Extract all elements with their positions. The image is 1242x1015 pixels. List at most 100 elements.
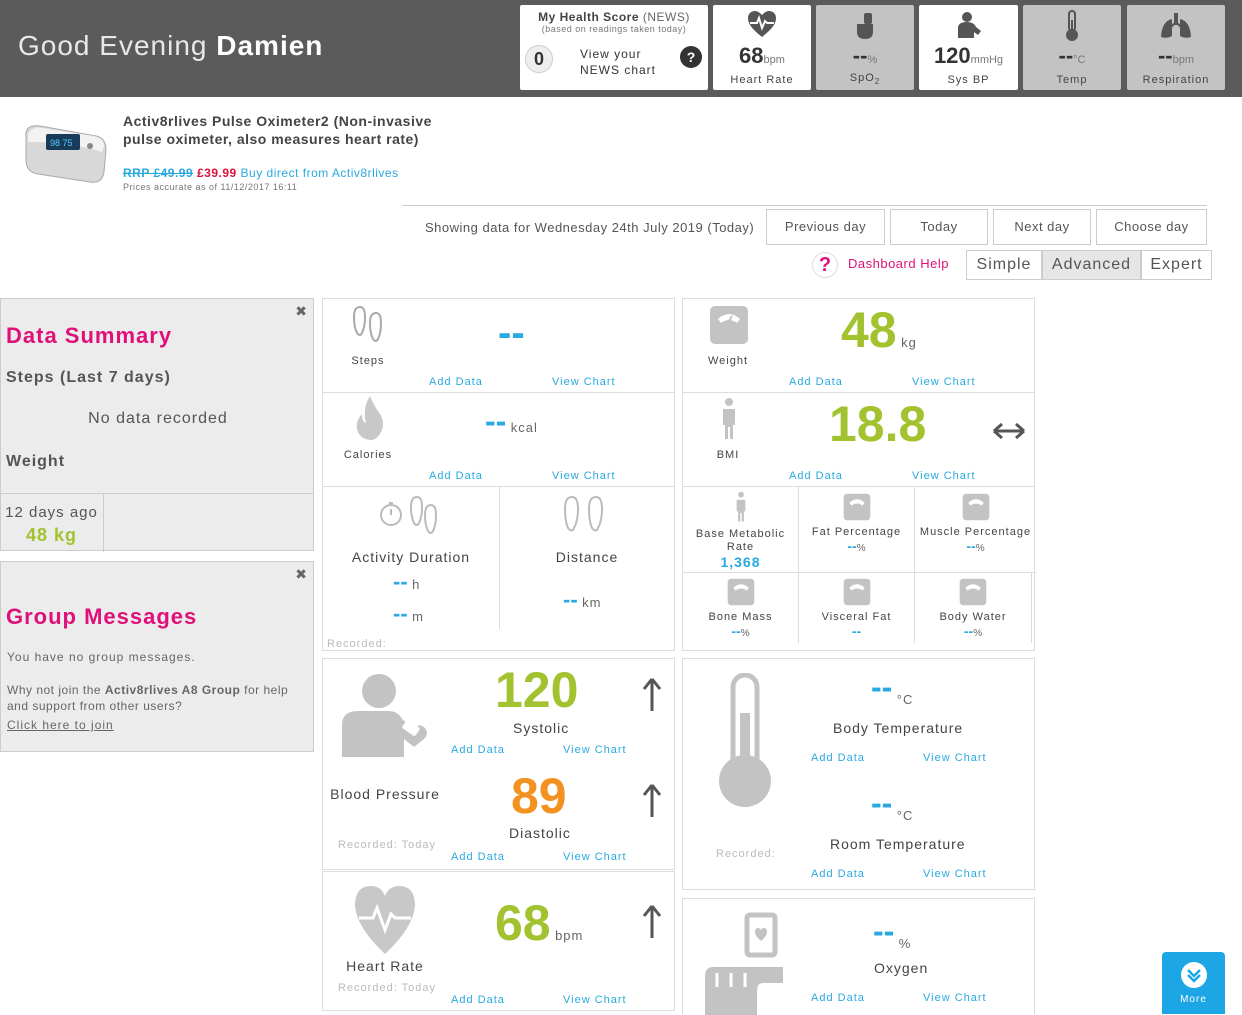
news-title: My Health Score (NEWS) — [520, 10, 708, 24]
add-data-link[interactable]: Add Data — [811, 752, 865, 764]
join-text: Why not join the Activ8rlives A8 Group f… — [7, 682, 311, 714]
mode-simple-button[interactable]: Simple — [966, 250, 1042, 280]
bone-unit: % — [740, 628, 750, 639]
mode-advanced-button[interactable]: Advanced — [1042, 250, 1141, 280]
add-data-link[interactable]: Add Data — [451, 744, 505, 756]
vital-temp[interactable]: --°C Temp — [1023, 5, 1121, 90]
greeting: Good Evening Damien — [18, 30, 323, 62]
view-chart-link[interactable]: View Chart — [563, 744, 627, 756]
dashboard-help-link[interactable]: Dashboard Help — [848, 256, 949, 271]
thermometer-icon — [1066, 10, 1078, 41]
view-chart-link[interactable]: View Chart — [912, 376, 976, 388]
thermometer-icon — [719, 673, 771, 807]
systolic-value: 120 — [495, 662, 579, 718]
body-water-cell[interactable]: Body Water --% — [915, 573, 1031, 643]
showing-date: Showing data for Wednesday 24th July 201… — [425, 220, 755, 235]
vital-respiration[interactable]: --bpm Respiration — [1127, 5, 1225, 90]
news-score-card[interactable]: My Health Score (NEWS) (based on reading… — [520, 5, 708, 90]
add-data-link[interactable]: Add Data — [429, 470, 483, 482]
view-chart-link[interactable]: View Chart — [552, 470, 616, 482]
oxygen-unit: % — [898, 936, 912, 951]
next-day-button[interactable]: Next day — [993, 209, 1091, 245]
weight-history-cell[interactable]: 12 days ago 48 kg — [0, 494, 104, 552]
add-data-link[interactable]: Add Data — [811, 868, 865, 880]
bmr-value: 1,368 — [720, 554, 761, 570]
steps-value: -- — [498, 311, 525, 355]
fat-reading: --% — [799, 538, 914, 556]
bmi-tile: BMI 18.8 Add Data View Chart — [682, 392, 1035, 487]
news-title-text: My Health Score — [538, 10, 640, 24]
news-subtitle: (based on readings taken today) — [541, 24, 687, 34]
vital-value: -- — [852, 43, 868, 68]
vital-label: SpO2 — [816, 72, 914, 86]
news-help-icon[interactable]: ? — [680, 46, 702, 68]
add-data-link[interactable]: Add Data — [789, 470, 843, 482]
top-bar: Good Evening Damien My Health Score (NEW… — [0, 0, 1242, 97]
oxygen-value: -- — [873, 913, 895, 949]
previous-day-button[interactable]: Previous day — [766, 209, 885, 245]
mode-expert-button[interactable]: Expert — [1141, 250, 1212, 280]
spo2-icon — [857, 13, 873, 39]
choose-day-button[interactable]: Choose day — [1096, 209, 1207, 245]
vital-label: Temp — [1056, 74, 1088, 86]
view-chart-link[interactable]: View Chart — [923, 868, 987, 880]
vital-sys-bp[interactable]: 120mmHg Sys BP — [919, 5, 1018, 90]
product-name[interactable]: Activ8rlives Pulse Oximeter2 (Non-invasi… — [123, 112, 463, 148]
view-chart-link[interactable]: View Chart — [552, 376, 616, 388]
add-data-link[interactable]: Add Data — [451, 994, 505, 1006]
activity-hours: -- h — [393, 569, 420, 595]
vital-spo2[interactable]: --% SpO2 — [816, 5, 914, 90]
price-note: Prices accurate as of 11/12/2017 16:11 — [123, 182, 298, 192]
help-icon[interactable]: ? — [812, 252, 838, 278]
news-chart-link[interactable]: View your NEWS chart — [580, 46, 656, 78]
distance-label: Distance — [555, 549, 619, 565]
visceral-label: Visceral Fat — [821, 611, 892, 623]
add-data-link[interactable]: Add Data — [811, 992, 865, 1004]
today-button[interactable]: Today — [890, 209, 988, 245]
fat-percentage-cell[interactable]: Fat Percentage --% — [799, 487, 914, 572]
distance-reading: -- km — [563, 587, 601, 613]
weight-unit: kg — [901, 335, 917, 350]
heart-rate-icon — [748, 11, 776, 37]
oximeter-product-image[interactable]: 98 75 — [20, 118, 108, 190]
add-data-link[interactable]: Add Data — [451, 851, 505, 863]
group-messages-title: Group Messages — [6, 604, 198, 629]
vital-heart-rate[interactable]: 68bpm Heart Rate — [713, 5, 811, 90]
water-label: Body Water — [939, 611, 1007, 623]
diastolic-label: Diastolic — [509, 825, 571, 841]
close-icon[interactable]: ✖ — [295, 303, 307, 320]
close-icon[interactable]: ✖ — [295, 566, 307, 583]
vital-label-text: SpO — [849, 71, 875, 84]
blood-pressure-label: Blood Pressure — [330, 786, 440, 802]
visceral-value: -- — [851, 623, 862, 639]
view-chart-link[interactable]: View Chart — [563, 851, 627, 863]
view-chart-link[interactable]: View Chart — [912, 470, 976, 482]
bone-mass-cell[interactable]: Bone Mass --% — [683, 573, 798, 643]
bmr-cell[interactable]: Base Metabolic Rate 1,368 — [683, 487, 798, 572]
muscle-percentage-cell[interactable]: Muscle Percentage --% — [915, 487, 1036, 572]
more-button[interactable]: More — [1162, 952, 1225, 1014]
view-chart-link[interactable]: View Chart — [923, 752, 987, 764]
steady-arrow-icon — [993, 422, 1025, 440]
heart-rate-label: Heart Rate — [346, 958, 424, 974]
scale-icon — [843, 578, 870, 606]
vital-unit: % — [867, 54, 878, 66]
view-chart-link[interactable]: View Chart — [563, 994, 627, 1006]
join-link[interactable]: Click here to join — [7, 718, 114, 732]
oxygen-label: Oxygen — [874, 960, 929, 976]
fat-unit: % — [856, 543, 866, 554]
body-temp-label: Body Temperature — [833, 720, 964, 736]
body-temp-reading: -- °C — [871, 669, 913, 707]
steps-heading: Steps (Last 7 days) — [6, 369, 171, 386]
heart-rate-icon — [355, 886, 415, 954]
add-data-link[interactable]: Add Data — [429, 376, 483, 388]
visceral-fat-cell[interactable]: Visceral Fat -- — [799, 573, 914, 643]
activity-hours-value: -- — [393, 569, 408, 594]
vital-value: 68 — [739, 43, 764, 68]
vital-value: 120 — [933, 43, 971, 68]
user-name: Damien — [216, 30, 324, 61]
add-data-link[interactable]: Add Data — [789, 376, 843, 388]
buy-link[interactable]: Buy direct from Activ8rlives — [241, 166, 399, 180]
view-chart-link[interactable]: View Chart — [923, 992, 987, 1004]
water-unit: % — [973, 628, 983, 639]
